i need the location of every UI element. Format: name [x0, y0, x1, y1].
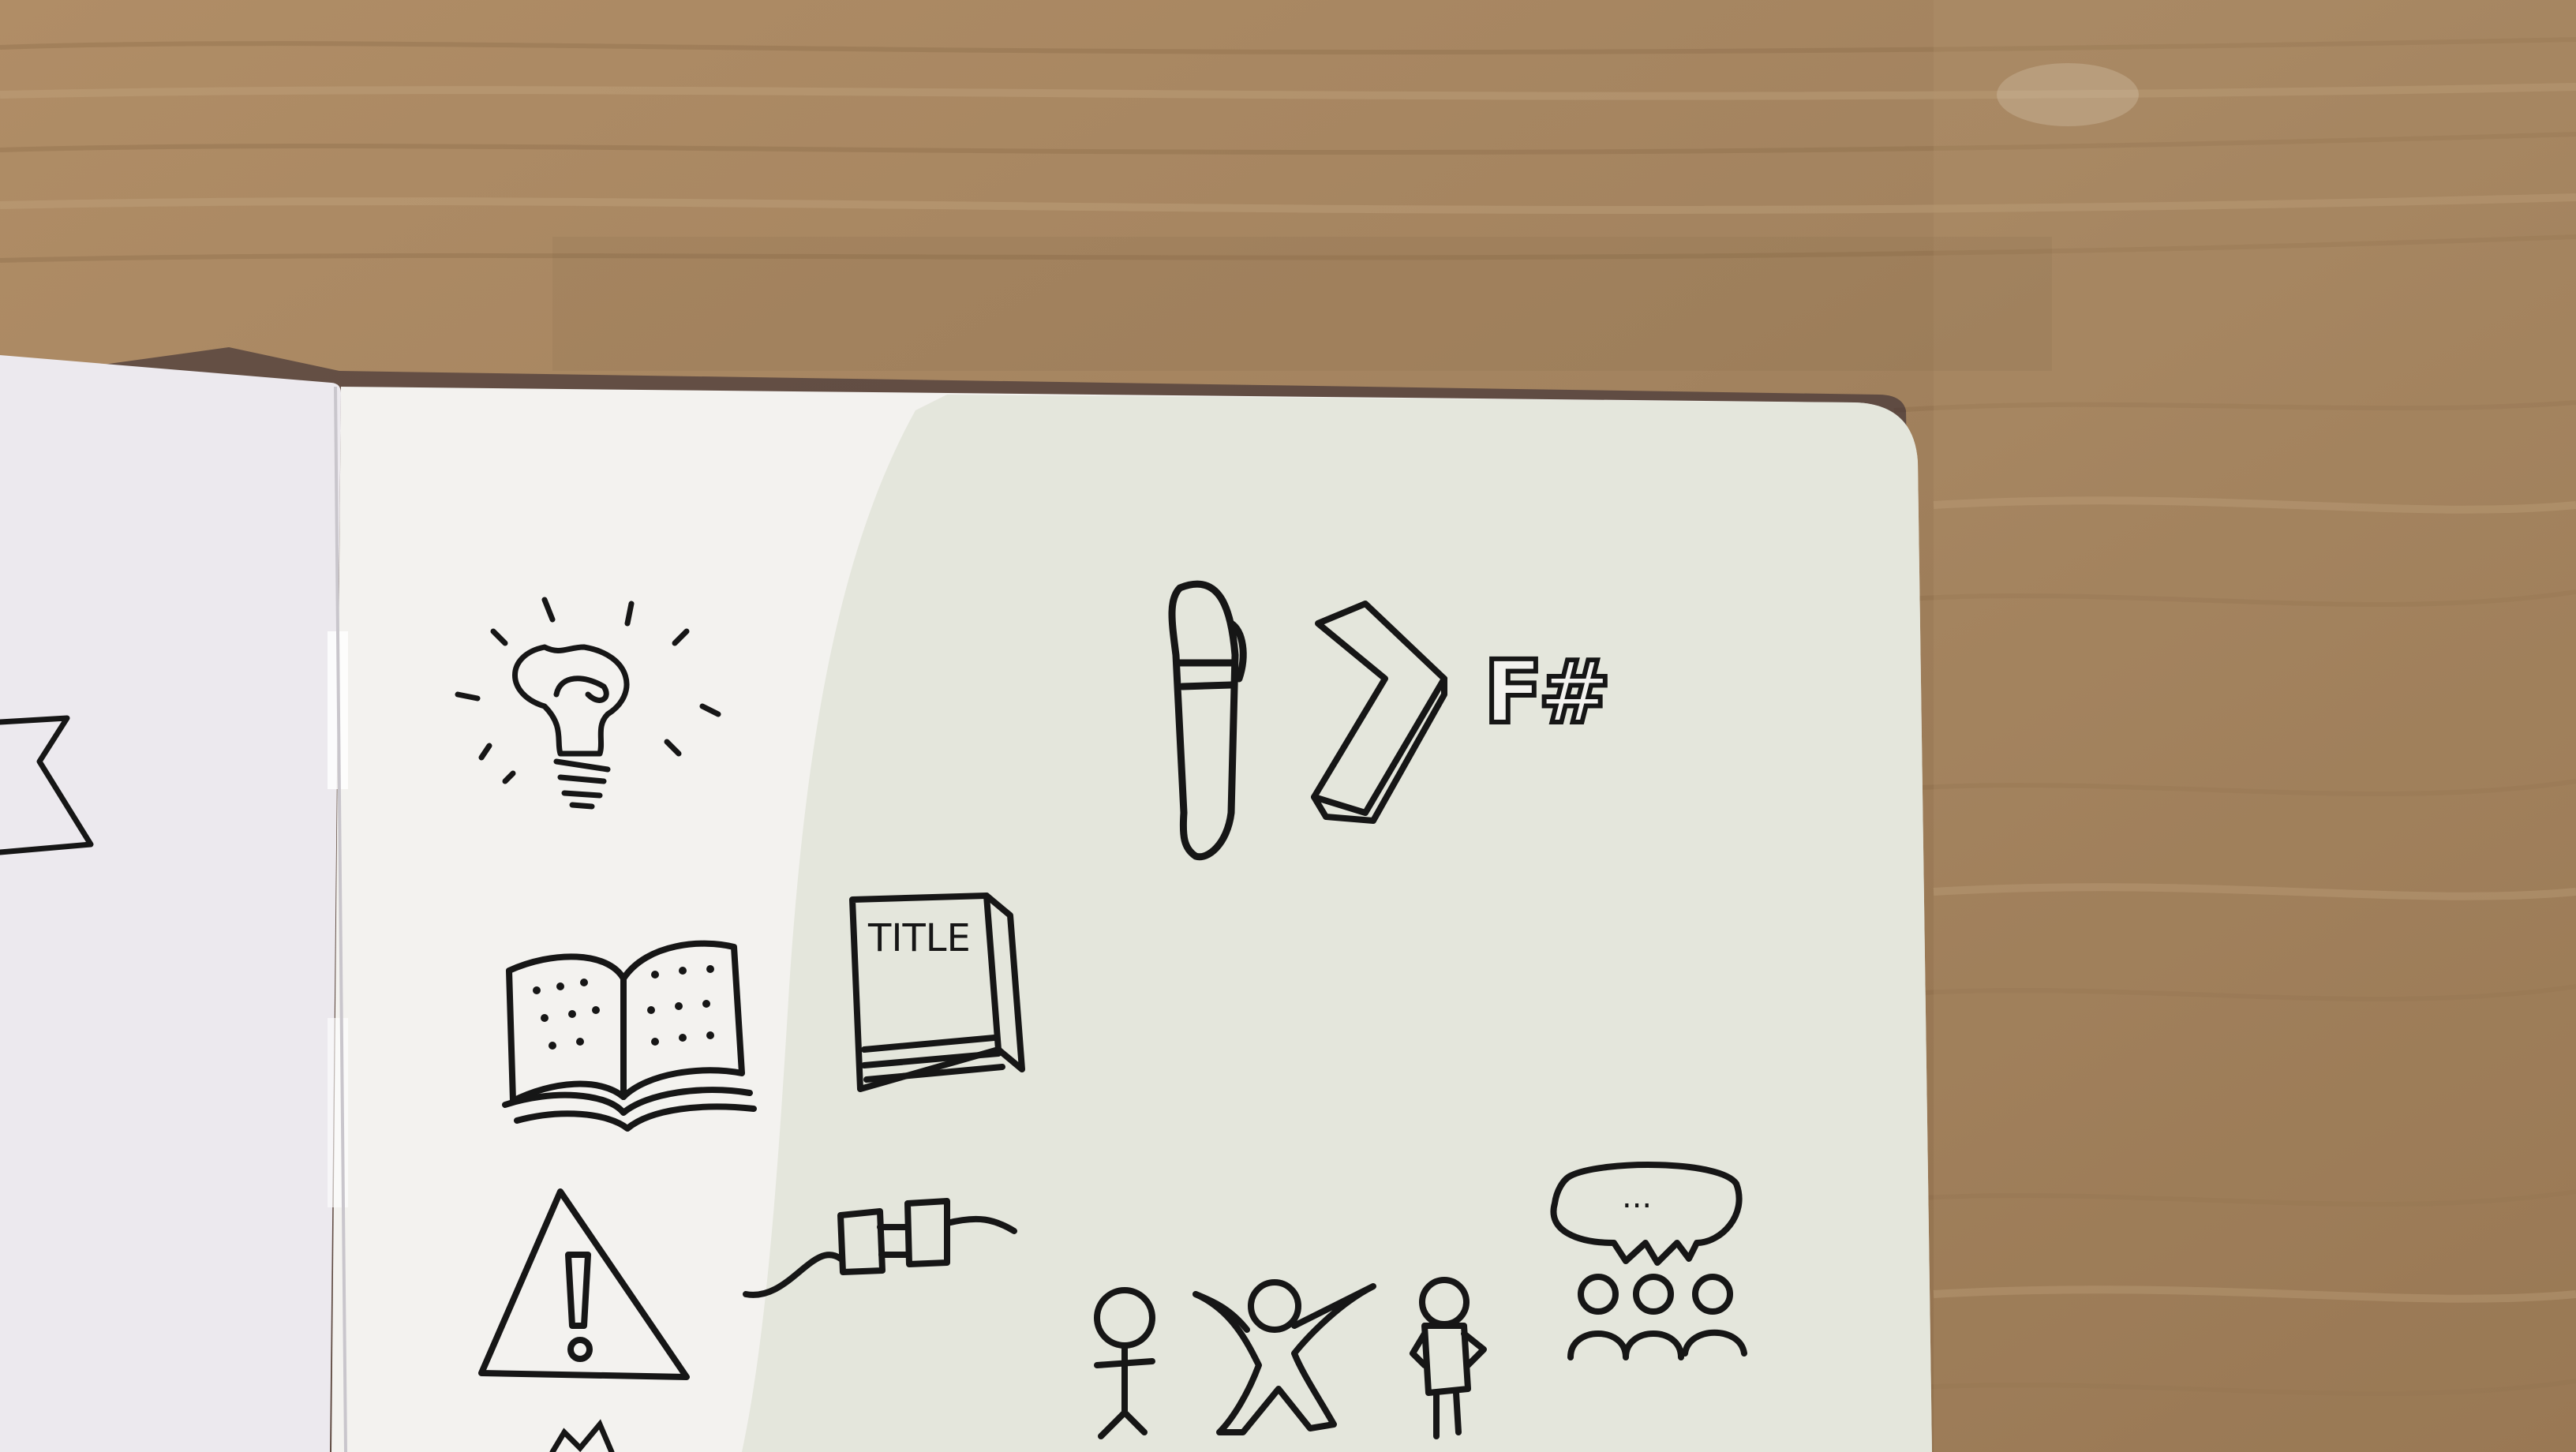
fsharp-logo: F#	[1481, 639, 1613, 745]
fsharp-logo-text: F#	[1484, 642, 1606, 743]
speech-bubble-text: ...	[1622, 1179, 1652, 1215]
book-title-text: TITLE	[867, 916, 971, 960]
left-page	[0, 355, 341, 1452]
photo-scene: F# TITLE ...	[0, 0, 2576, 1452]
notebook: F# TITLE ...	[0, 347, 1932, 1452]
